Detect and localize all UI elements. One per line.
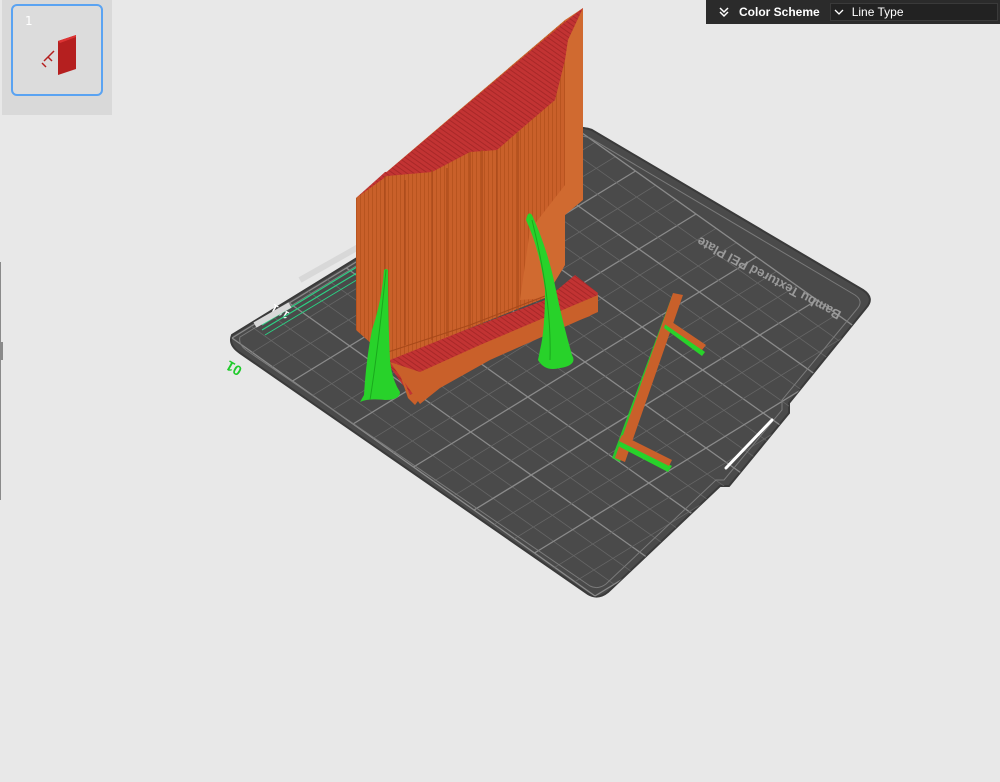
plate-preview-icon <box>41 35 76 75</box>
color-scheme-bar: Color Scheme Line Type <box>706 0 1000 24</box>
3d-viewport[interactable]: Bambu Textured PEI Plate 01 101 <box>0 0 1000 777</box>
chevron-down-icon <box>834 9 848 15</box>
collapse-toggle[interactable] <box>714 2 734 22</box>
color-scheme-label: Color Scheme <box>739 5 820 19</box>
left-panel-handle[interactable] <box>0 342 3 360</box>
origin-mark-01: 01 <box>223 358 245 380</box>
scene-canvas[interactable]: Bambu Textured PEI Plate 01 101 <box>0 0 1000 777</box>
left-panel-edge <box>0 262 3 500</box>
double-chevron-down-icon <box>719 7 729 18</box>
color-scheme-select[interactable]: Line Type <box>829 3 998 21</box>
plate-thumbnail-1[interactable]: 1 <box>11 4 103 96</box>
plate-list-panel: 1 <box>2 0 112 115</box>
color-scheme-value: Line Type <box>851 5 904 19</box>
plate-number: 1 <box>25 14 33 28</box>
